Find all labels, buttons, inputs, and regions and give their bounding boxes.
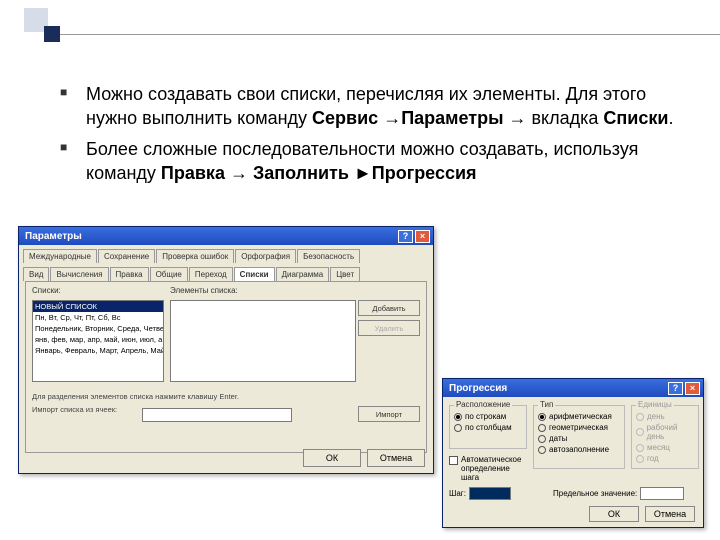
cancel-button[interactable]: Отмена: [367, 449, 425, 467]
list-item[interactable]: Пн, Вт, Ср, Чт, Пт, Сб, Вс: [33, 312, 163, 323]
tab[interactable]: Сохранение: [98, 249, 155, 263]
tab[interactable]: Вид: [23, 267, 49, 281]
checkbox-autostep[interactable]: Автоматическое определение шага: [449, 455, 527, 482]
tab[interactable]: Международные: [23, 249, 97, 263]
titlebar-parameters[interactable]: Параметры ? ×: [19, 227, 433, 245]
group-units: Единицы день рабочий день месяц год: [631, 405, 699, 469]
ok-button[interactable]: ОК: [303, 449, 361, 467]
lists-listbox[interactable]: НОВЫЙ СПИСОК Пн, Вт, Ср, Чт, Пт, Сб, Вс …: [32, 300, 164, 382]
tab[interactable]: Орфография: [235, 249, 296, 263]
list-item[interactable]: янв, фев, мар, апр, май, июн, июл, а: [33, 334, 163, 345]
tab[interactable]: Диаграмма: [276, 267, 330, 281]
bullet-list: Можно создавать свои списки, перечисляя …: [60, 82, 676, 191]
tabs-row2: Вид Вычисления Правка Общие Переход Спис…: [19, 263, 433, 281]
elements-textarea[interactable]: [170, 300, 356, 382]
limit-row: Предельное значение:: [553, 487, 684, 500]
dialog-buttons: ОК Отмена: [303, 449, 425, 467]
checkbox-autostep-wrap: Автоматическое определение шага: [449, 453, 527, 482]
radio-geom[interactable]: геометрическая: [538, 423, 620, 432]
help-button[interactable]: ?: [668, 382, 683, 395]
group-location: Расположение по строкам по столбцам: [449, 405, 527, 449]
tab-panel: Списки: Элементы списка: НОВЫЙ СПИСОК Пн…: [25, 281, 427, 453]
radio-month: месяц: [636, 443, 694, 452]
tab[interactable]: Переход: [189, 267, 233, 281]
radio-year: год: [636, 454, 694, 463]
tab[interactable]: Правка: [110, 267, 149, 281]
group-type: Тип арифметическая геометрическая даты а…: [533, 405, 625, 469]
close-button[interactable]: ×: [415, 230, 430, 243]
import-button[interactable]: Импорт: [358, 406, 420, 422]
tab[interactable]: Проверка ошибок: [156, 249, 234, 263]
step-row: Шаг:: [449, 487, 511, 500]
bullet-1: Можно создавать свои списки, перечисляя …: [60, 82, 676, 131]
bullet-2: Более сложные последовательности можно с…: [60, 137, 676, 186]
tab[interactable]: Цвет: [330, 267, 360, 281]
radio-arith[interactable]: арифметическая: [538, 412, 620, 421]
label-lists: Списки:: [32, 286, 61, 295]
tabs-row1: Международные Сохранение Проверка ошибок…: [19, 245, 433, 263]
tab[interactable]: Безопасность: [297, 249, 360, 263]
radio-wday: рабочий день: [636, 423, 694, 441]
delete-button: Удалить: [358, 320, 420, 336]
dialog-buttons: ОК Отмена: [589, 506, 695, 522]
tab-lists-active[interactable]: Списки: [234, 267, 275, 281]
limit-input[interactable]: [640, 487, 684, 500]
tab[interactable]: Общие: [150, 267, 188, 281]
ok-button[interactable]: ОК: [589, 506, 639, 522]
add-button[interactable]: Добавить: [358, 300, 420, 316]
help-button[interactable]: ?: [398, 230, 413, 243]
dialog-progression: Прогрессия ? × Расположение по строкам п…: [442, 378, 704, 528]
radio-cols[interactable]: по столбцам: [454, 423, 522, 432]
radio-rows[interactable]: по строкам: [454, 412, 522, 421]
step-input[interactable]: [469, 487, 511, 500]
label-elements: Элементы списка:: [170, 286, 238, 295]
radio-dates[interactable]: даты: [538, 434, 620, 443]
list-item[interactable]: НОВЫЙ СПИСОК: [33, 301, 163, 312]
title-text: Параметры: [25, 231, 82, 242]
radio-day: день: [636, 412, 694, 421]
radio-auto[interactable]: автозаполнение: [538, 445, 620, 454]
close-button[interactable]: ×: [685, 382, 700, 395]
tab[interactable]: Вычисления: [50, 267, 108, 281]
titlebar-progression[interactable]: Прогрессия ? ×: [443, 379, 703, 397]
list-item[interactable]: Понедельник, Вторник, Среда, Четверг: [33, 323, 163, 334]
dialog-parameters: Параметры ? × Международные Сохранение П…: [18, 226, 434, 474]
list-item[interactable]: Январь, Февраль, Март, Апрель, Май, И: [33, 345, 163, 356]
cancel-button[interactable]: Отмена: [645, 506, 695, 522]
import-range-input[interactable]: [142, 408, 292, 422]
title-text: Прогрессия: [449, 383, 507, 394]
